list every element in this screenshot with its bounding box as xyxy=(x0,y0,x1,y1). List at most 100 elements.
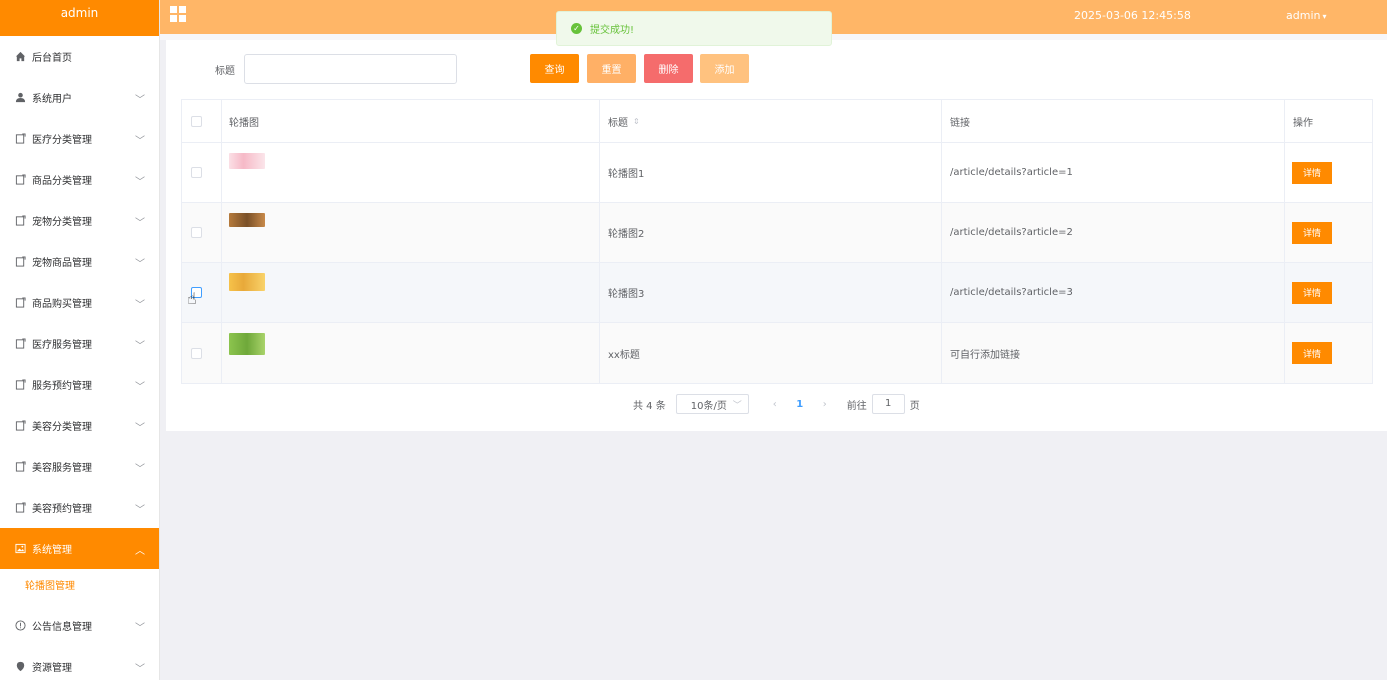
carousel-thumbnail[interactable] xyxy=(229,333,265,355)
sidebar-item-label: 系统管理 xyxy=(32,545,72,556)
pagination-total: 共 4 条 xyxy=(633,400,666,412)
add-button[interactable]: 添加 xyxy=(700,54,749,83)
row-check-cell xyxy=(182,323,222,383)
row-checkbox[interactable] xyxy=(191,347,202,359)
doc-icon xyxy=(14,297,26,309)
row-op-cell: 详情 xyxy=(1285,263,1372,322)
sidebar-item-system-management[interactable]: 系统管理 ︿ xyxy=(0,528,159,569)
column-header-op: 操作 xyxy=(1293,117,1313,129)
carousel-thumbnail[interactable] xyxy=(229,213,265,227)
sidebar-item-label: 宠物分类管理 xyxy=(32,217,92,228)
chevron-down-icon: ﹀ xyxy=(135,95,145,106)
sidebar-item-label: 美容服务管理 xyxy=(32,463,92,474)
carousel-table: 轮播图 标题 ⇕ 链接 操作 轮播图1 /article/details?arti… xyxy=(181,99,1373,384)
detail-button[interactable]: 详情 xyxy=(1292,281,1332,304)
sidebar-item-label: 商品分类管理 xyxy=(32,176,92,187)
sidebar-item-announcement[interactable]: 公告信息管理 ﹀ xyxy=(0,605,159,646)
row-check-cell xyxy=(182,203,222,262)
goto-label: 前往 xyxy=(846,400,867,412)
row-link: /article/details?article=1 xyxy=(942,143,1285,202)
row-link: /article/details?article=3 xyxy=(942,263,1285,322)
detail-button[interactable]: 详情 xyxy=(1292,342,1332,364)
select-all-cell xyxy=(182,100,222,142)
sidebar-item-service-booking[interactable]: 服务预约管理 ﹀ xyxy=(0,364,159,405)
table-header: 轮播图 标题 ⇕ 链接 操作 xyxy=(182,100,1372,143)
prev-page-icon[interactable]: ‹ xyxy=(765,399,785,410)
column-header-image: 轮播图 xyxy=(222,100,600,142)
sidebar-item-pet-category[interactable]: 宠物分类管理 ﹀ xyxy=(0,200,159,241)
sidebar-item-beauty-booking[interactable]: 美容预约管理 ﹀ xyxy=(0,487,159,528)
row-check-cell: ☝ xyxy=(182,263,222,322)
select-all-checkbox[interactable] xyxy=(191,115,202,127)
next-page-icon[interactable]: › xyxy=(815,399,835,410)
sidebar-item-goods-category[interactable]: 商品分类管理 ﹀ xyxy=(0,159,159,200)
goto-page-input[interactable]: 1 xyxy=(871,394,905,414)
row-checkbox[interactable] xyxy=(191,227,202,238)
table-row: 轮播图2 /article/details?article=2 详情 xyxy=(182,203,1372,263)
sidebar-item-label: 公告信息管理 xyxy=(32,622,92,633)
sidebar-item-medical-service[interactable]: 医疗服务管理 ﹀ xyxy=(0,323,159,364)
carousel-thumbnail[interactable] xyxy=(229,153,265,169)
row-link: /article/details?article=2 xyxy=(942,203,1285,262)
row-link: 可自行添加链接 xyxy=(942,323,1285,383)
sidebar-item-label: 医疗分类管理 xyxy=(32,135,92,146)
sidebar-item-label: 资源管理 xyxy=(32,663,72,674)
user-dropdown[interactable]: admin ▾ xyxy=(1286,9,1326,22)
reset-button[interactable]: 重置 xyxy=(587,54,636,83)
sidebar-item-label: 医疗服务管理 xyxy=(32,340,92,351)
toast-message: 提交成功! xyxy=(590,25,635,36)
sidebar-item-beauty-category[interactable]: 美容分类管理 ﹀ xyxy=(0,405,159,446)
sidebar-item-home[interactable]: 后台首页 xyxy=(0,36,159,77)
sidebar-item-label: 商品购买管理 xyxy=(32,299,92,310)
sidebar-subitem-carousel[interactable]: 轮播图管理 xyxy=(0,569,159,605)
chevron-down-icon: ﹀ xyxy=(135,300,145,311)
user-icon xyxy=(14,92,26,104)
doc-icon xyxy=(14,461,26,473)
doc-icon xyxy=(14,338,26,350)
column-header-title-label: 标题 xyxy=(608,117,628,129)
detail-button[interactable]: 详情 xyxy=(1292,221,1332,244)
detail-button[interactable]: 详情 xyxy=(1292,161,1332,184)
grid-menu-icon[interactable] xyxy=(170,6,186,22)
pagination: 共 4 条 10条/页 ﹀ ‹ 1 › 前往 1 页 xyxy=(633,394,920,414)
chevron-down-icon: ﹀ xyxy=(135,177,145,188)
sidebar-item-goods-purchase[interactable]: 商品购买管理 ﹀ xyxy=(0,282,159,323)
row-title: xx标题 xyxy=(600,323,942,383)
table-row: xx标题 可自行添加链接 详情 xyxy=(182,323,1372,383)
carousel-thumbnail[interactable] xyxy=(229,273,265,291)
pointer-cursor-icon: ☝ xyxy=(187,289,197,308)
row-title: 轮播图2 xyxy=(600,203,942,262)
sidebar-item-system-users[interactable]: 系统用户 ﹀ xyxy=(0,77,159,118)
page-number-current[interactable]: 1 xyxy=(789,399,811,410)
row-title: 轮播图3 xyxy=(600,263,942,322)
row-op-cell: 详情 xyxy=(1285,203,1372,262)
delete-button[interactable]: 删除 xyxy=(644,54,693,83)
query-button[interactable]: 查询 xyxy=(530,54,579,83)
row-title: 轮播图1 xyxy=(600,143,942,202)
row-image-cell xyxy=(222,323,600,383)
row-op-cell: 详情 xyxy=(1285,323,1372,383)
column-header-title[interactable]: 标题 ⇕ xyxy=(600,100,942,142)
sidebar-item-beauty-service[interactable]: 美容服务管理 ﹀ xyxy=(0,446,159,487)
page-size-value: 10条/页 xyxy=(690,400,727,412)
info-icon xyxy=(14,620,26,632)
title-search-input[interactable] xyxy=(244,54,457,84)
sidebar-item-pet-goods[interactable]: 宠物商品管理 ﹀ xyxy=(0,241,159,282)
sort-icon[interactable]: ⇕ xyxy=(633,117,640,126)
sidebar-item-resources[interactable]: 资源管理 ﹀ xyxy=(0,646,159,680)
chevron-down-icon: ﹀ xyxy=(732,401,742,411)
chevron-down-icon: ﹀ xyxy=(135,136,145,147)
chevron-down-icon: ﹀ xyxy=(135,464,145,475)
caret-down-icon: ▾ xyxy=(1322,12,1327,21)
brand-title: admin xyxy=(0,0,159,36)
sidebar-item-medical-category[interactable]: 医疗分类管理 ﹀ xyxy=(0,118,159,159)
row-checkbox[interactable] xyxy=(191,167,202,178)
table-row: 轮播图1 /article/details?article=1 详情 xyxy=(182,143,1372,203)
page-size-select[interactable]: 10条/页 ﹀ xyxy=(675,394,749,414)
sidebar-item-label: 美容分类管理 xyxy=(32,422,92,433)
sidebar-item-label: 系统用户 xyxy=(32,94,72,105)
chevron-down-icon: ﹀ xyxy=(135,259,145,270)
home-icon xyxy=(14,51,26,63)
header-datetime: 2025-03-06 12:45:58 xyxy=(1074,9,1191,22)
sidebar-item-label: 宠物商品管理 xyxy=(32,258,92,269)
